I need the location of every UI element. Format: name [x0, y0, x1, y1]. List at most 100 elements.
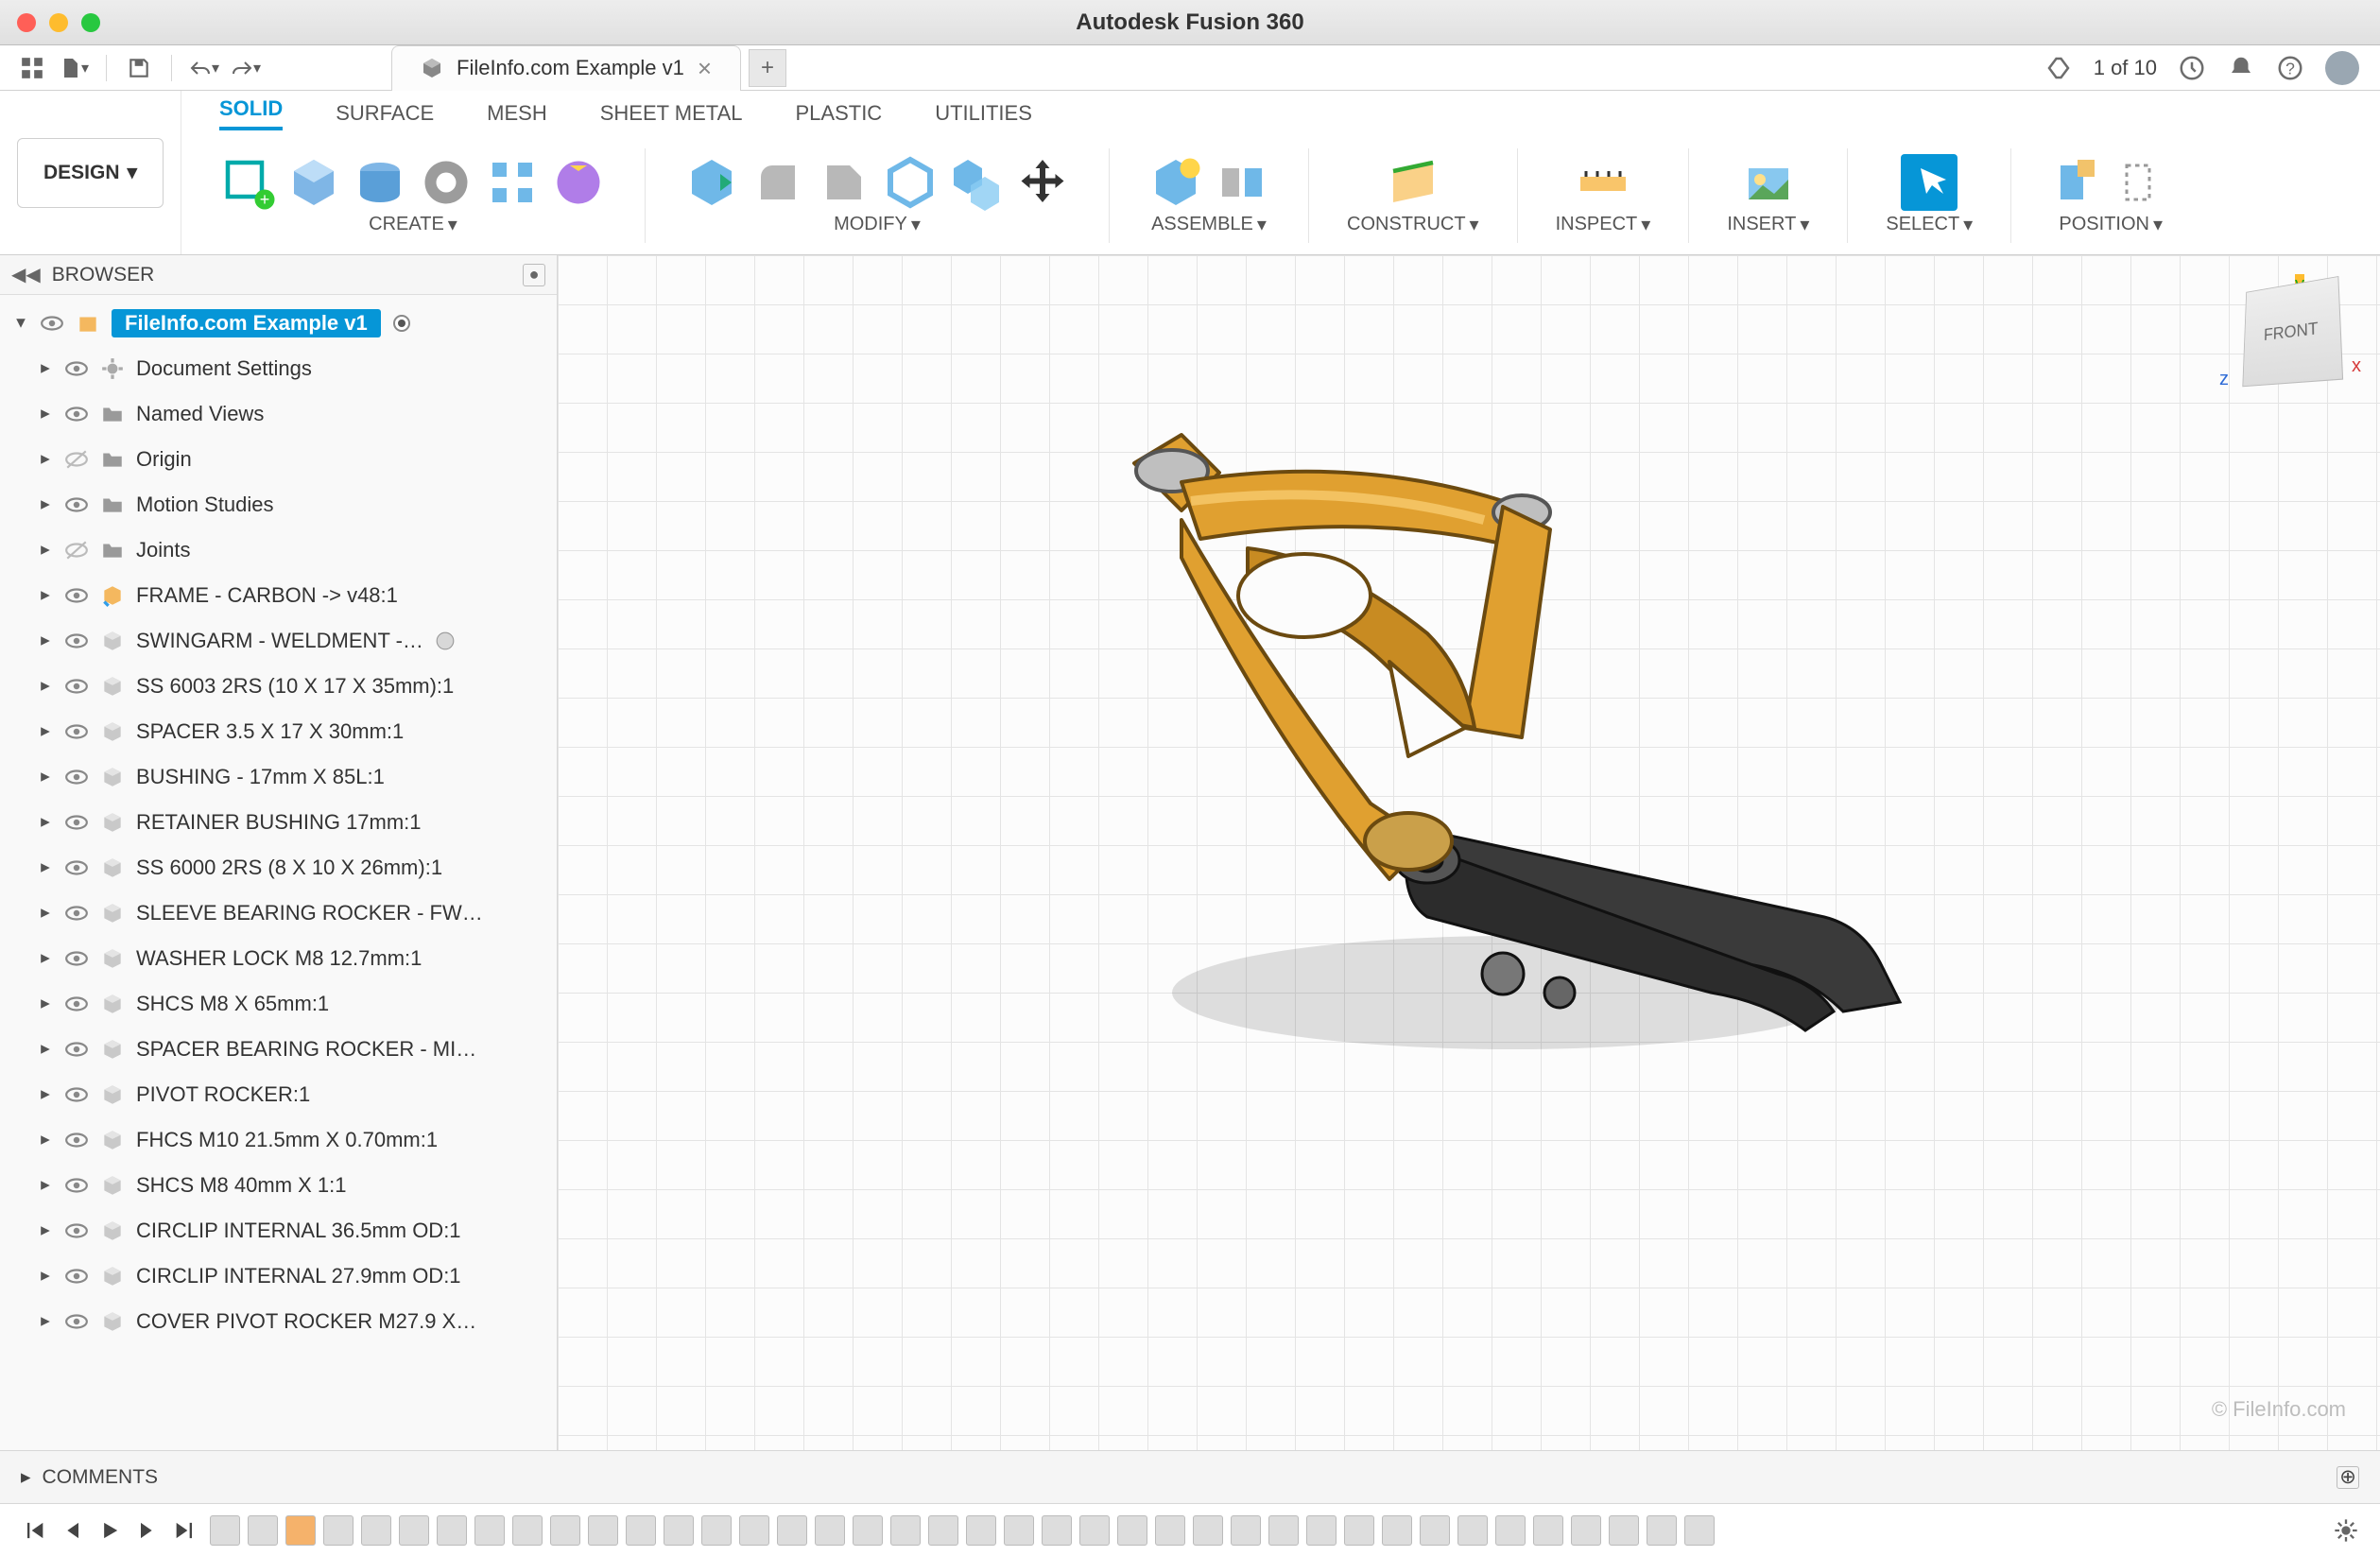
file-menu-icon[interactable]: ▾ — [59, 53, 89, 83]
tree-item[interactable]: SPACER BEARING ROCKER - MI… — [0, 1027, 557, 1072]
ribbon-tab-sheet-metal[interactable]: SHEET METAL — [600, 101, 743, 126]
ribbon-tab-plastic[interactable]: PLASTIC — [796, 101, 883, 126]
timeline-feature[interactable] — [1571, 1515, 1601, 1546]
window-zoom[interactable] — [81, 13, 100, 32]
comments-add-icon[interactable]: ⊕ — [2337, 1466, 2359, 1489]
viewcube[interactable]: FRONT — [2242, 276, 2343, 387]
timeline-feature[interactable] — [474, 1515, 505, 1546]
timeline-feature[interactable] — [853, 1515, 883, 1546]
tree-item[interactable]: SHCS M8 40mm X 1:1 — [0, 1163, 557, 1208]
expand-icon[interactable] — [38, 815, 53, 830]
expand-icon[interactable] — [38, 860, 53, 875]
close-tab-icon[interactable]: × — [698, 54, 712, 83]
expand-icon[interactable] — [38, 588, 53, 603]
visibility-icon[interactable] — [64, 719, 89, 744]
timeline-feature[interactable] — [777, 1515, 807, 1546]
revolve-icon[interactable] — [418, 154, 474, 211]
group-create-label[interactable]: CREATE ▾ — [369, 213, 457, 236]
shell-icon[interactable] — [882, 154, 939, 211]
tree-item[interactable]: SHCS M8 X 65mm:1 — [0, 981, 557, 1027]
viewport[interactable]: y x z FRONT — [558, 255, 2380, 1450]
notifications-icon[interactable] — [2227, 54, 2255, 82]
select-icon[interactable] — [1901, 154, 1957, 211]
browser-options-icon[interactable]: ● — [523, 264, 545, 286]
visibility-icon[interactable] — [64, 402, 89, 426]
position-capture-icon[interactable] — [2049, 154, 2106, 211]
visibility-icon[interactable] — [64, 765, 89, 789]
visibility-icon[interactable] — [64, 1037, 89, 1062]
timeline-feature[interactable] — [1382, 1515, 1412, 1546]
timeline-feature[interactable] — [701, 1515, 732, 1546]
tree-item[interactable]: Named Views — [0, 391, 557, 437]
expand-icon[interactable] — [38, 1269, 53, 1284]
help-icon[interactable]: ? — [2276, 54, 2304, 82]
press-pull-icon[interactable] — [683, 154, 740, 211]
visibility-icon[interactable] — [64, 810, 89, 835]
timeline-feature[interactable] — [626, 1515, 656, 1546]
timeline-feature[interactable] — [739, 1515, 769, 1546]
browser-header[interactable]: ◀◀ BROWSER ● — [0, 255, 557, 295]
active-component-icon[interactable] — [392, 314, 411, 333]
tree-item[interactable]: Joints — [0, 527, 557, 573]
plane-icon[interactable] — [1385, 154, 1441, 211]
timeline-marker[interactable] — [285, 1515, 316, 1546]
expand-icon[interactable] — [38, 769, 53, 785]
timeline-end-icon[interactable] — [172, 1517, 198, 1544]
visibility-icon[interactable] — [64, 1082, 89, 1107]
visibility-icon[interactable] — [64, 992, 89, 1016]
tree-item[interactable]: COVER PIVOT ROCKER M27.9 X… — [0, 1299, 557, 1344]
timeline-feature[interactable] — [1117, 1515, 1147, 1546]
extrude-icon[interactable] — [352, 154, 408, 211]
timeline-play-icon[interactable] — [96, 1517, 123, 1544]
expand-icon[interactable] — [38, 633, 53, 648]
window-minimize[interactable] — [49, 13, 68, 32]
tree-item[interactable]: Origin — [0, 437, 557, 482]
timeline-feature[interactable] — [399, 1515, 429, 1546]
timeline-feature[interactable] — [588, 1515, 618, 1546]
timeline-feature[interactable] — [323, 1515, 354, 1546]
expand-icon[interactable] — [38, 906, 53, 921]
expand-icon[interactable] — [38, 497, 53, 512]
visibility-icon[interactable] — [40, 311, 64, 336]
expand-icon[interactable] — [38, 361, 53, 376]
timeline-feature[interactable] — [815, 1515, 845, 1546]
group-select-label[interactable]: SELECT ▾ — [1886, 213, 1973, 236]
visibility-icon[interactable] — [64, 1309, 89, 1334]
tree-root[interactable]: FileInfo.com Example v1 — [0, 301, 557, 346]
expand-icon[interactable] — [38, 1314, 53, 1329]
visibility-icon[interactable] — [64, 1128, 89, 1152]
comments-collapse-icon[interactable]: ▸ — [21, 1465, 31, 1489]
timeline-feature[interactable] — [1647, 1515, 1677, 1546]
save-icon[interactable] — [124, 53, 154, 83]
timeline-feature[interactable] — [1457, 1515, 1488, 1546]
ribbon-tab-solid[interactable]: SOLID — [219, 96, 283, 130]
chamfer-icon[interactable] — [816, 154, 872, 211]
visibility-icon[interactable] — [64, 493, 89, 517]
group-assemble-label[interactable]: ASSEMBLE ▾ — [1151, 213, 1267, 236]
timeline-start-icon[interactable] — [21, 1517, 47, 1544]
undo-icon[interactable]: ▾ — [189, 53, 219, 83]
expand-icon[interactable] — [38, 1087, 53, 1102]
tree-item[interactable]: FHCS M10 21.5mm X 0.70mm:1 — [0, 1117, 557, 1163]
timeline-feature[interactable] — [1495, 1515, 1526, 1546]
combine-icon[interactable] — [948, 154, 1005, 211]
tree-item[interactable]: SS 6003 2RS (10 X 17 X 35mm):1 — [0, 664, 557, 709]
group-inspect-label[interactable]: INSPECT ▾ — [1556, 213, 1651, 236]
group-insert-label[interactable]: INSERT ▾ — [1727, 213, 1809, 236]
visibility-off-icon[interactable] — [64, 447, 89, 472]
timeline-feature[interactable] — [1684, 1515, 1715, 1546]
visibility-icon[interactable] — [64, 1264, 89, 1288]
visibility-icon[interactable] — [64, 946, 89, 971]
tree-item[interactable]: PIVOT ROCKER:1 — [0, 1072, 557, 1117]
tree-item[interactable]: RETAINER BUSHING 17mm:1 — [0, 800, 557, 845]
tree-item[interactable]: SWINGARM - WELDMENT -… — [0, 618, 557, 664]
group-construct-label[interactable]: CONSTRUCT ▾ — [1347, 213, 1479, 236]
expand-icon[interactable] — [38, 1178, 53, 1193]
timeline-feature[interactable] — [1004, 1515, 1034, 1546]
timeline-feature[interactable] — [361, 1515, 391, 1546]
visibility-icon[interactable] — [64, 901, 89, 925]
timeline-feature[interactable] — [890, 1515, 921, 1546]
tree-item[interactable]: WASHER LOCK M8 12.7mm:1 — [0, 936, 557, 981]
visibility-icon[interactable] — [64, 674, 89, 699]
expand-icon[interactable] — [38, 679, 53, 694]
